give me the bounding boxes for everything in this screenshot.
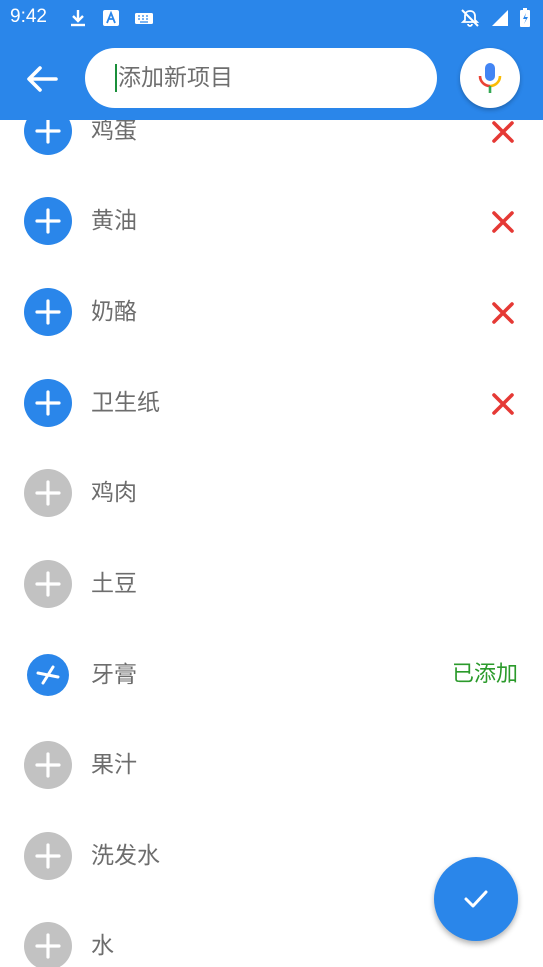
text-cursor — [115, 64, 117, 92]
done-fab-button[interactable] — [434, 857, 518, 941]
item-label: 奶酪 — [91, 299, 137, 325]
list-item: 鸡肉 — [0, 448, 543, 538]
battery-icon — [520, 8, 530, 27]
microphone-icon — [478, 63, 502, 93]
adding-item-indicator[interactable] — [27, 654, 69, 696]
plus-icon — [35, 752, 61, 778]
shopping-list: 鸡蛋 黄油 奶酪 卫生纸 鸡肉 土豆 牙膏 已添加 果汁 洗发水 水 — [0, 0, 543, 967]
plus-icon — [35, 208, 61, 234]
text-a-icon — [103, 10, 119, 26]
plus-icon — [35, 843, 61, 869]
item-label: 鸡蛋 — [91, 118, 137, 144]
plus-icon — [35, 933, 61, 959]
remove-icon[interactable] — [490, 391, 516, 417]
add-item-button[interactable] — [24, 379, 72, 427]
added-status: 已添加 — [451, 662, 518, 687]
keyboard-icon — [135, 13, 153, 24]
plus-icon — [35, 480, 61, 506]
remove-icon[interactable] — [490, 209, 516, 235]
add-item-input[interactable] — [118, 65, 408, 91]
remove-icon[interactable] — [490, 119, 516, 145]
plus-icon — [35, 118, 61, 144]
item-label: 洗发水 — [91, 843, 160, 869]
remove-icon[interactable] — [490, 300, 516, 326]
item-label: 土豆 — [91, 571, 137, 597]
item-label: 牙膏 — [91, 662, 137, 688]
add-item-button[interactable] — [24, 832, 72, 880]
list-item: 黄油 — [0, 176, 543, 266]
item-label: 果汁 — [91, 752, 137, 778]
list-item: 奶酪 — [0, 267, 543, 357]
item-label: 黄油 — [91, 208, 137, 234]
list-item: 土豆 — [0, 539, 543, 629]
download-icon — [71, 10, 85, 27]
add-item-button[interactable] — [24, 197, 72, 245]
add-item-button[interactable] — [24, 469, 72, 517]
plus-icon — [35, 390, 61, 416]
status-time: 9:42 — [10, 6, 47, 27]
search-bar[interactable] — [85, 48, 437, 108]
list-item: 牙膏 已添加 — [0, 630, 543, 720]
item-label: 卫生纸 — [91, 390, 160, 416]
plus-icon — [35, 571, 61, 597]
status-bar: 9:42 — [0, 0, 543, 36]
notifications-off-icon — [460, 9, 480, 27]
list-item: 果汁 — [0, 720, 543, 810]
back-arrow-icon[interactable] — [22, 61, 62, 97]
plus-icon — [35, 299, 61, 325]
item-label: 鸡肉 — [91, 480, 137, 506]
voice-input-button[interactable] — [460, 48, 520, 108]
signal-icon — [492, 10, 508, 26]
add-item-button[interactable] — [24, 560, 72, 608]
add-item-button[interactable] — [24, 288, 72, 336]
list-item: 卫生纸 — [0, 358, 543, 448]
add-item-button[interactable] — [24, 922, 72, 967]
rotating-plus-icon — [36, 665, 60, 685]
app-bar — [0, 36, 543, 120]
item-label: 水 — [91, 933, 114, 959]
checkmark-icon — [464, 890, 488, 908]
add-item-button[interactable] — [24, 741, 72, 789]
